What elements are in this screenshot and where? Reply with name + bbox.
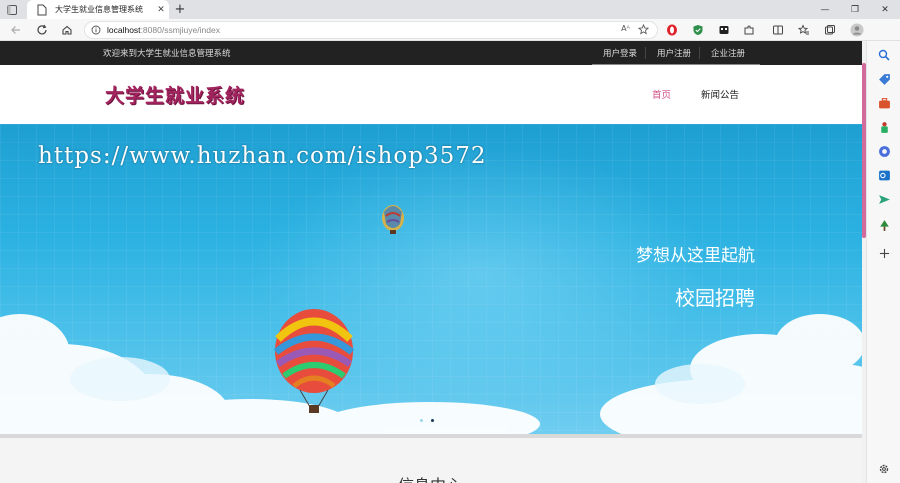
welcome-text: 欢迎来到大学生就业信息管理系统 — [103, 49, 231, 59]
add-icon[interactable] — [876, 245, 892, 261]
user-login-link[interactable]: 用户登录 — [592, 47, 647, 59]
info-center-section: 信息中心 — [0, 438, 862, 483]
new-tab-button[interactable]: + — [172, 0, 188, 19]
minimize-icon[interactable]: — — [810, 0, 840, 19]
office-icon[interactable] — [876, 143, 892, 159]
hero-banner: https://www.huzhan.com/ishop3572 梦想从这里起航… — [0, 124, 862, 434]
opera-icon[interactable] — [664, 22, 680, 38]
tree-icon[interactable] — [876, 217, 892, 233]
send-icon[interactable] — [876, 191, 892, 207]
read-aloud-icon[interactable]: Aᴬ — [621, 24, 630, 37]
favorites-icon[interactable] — [796, 22, 812, 38]
browser-tab[interactable]: 大学生就业信息管理系统 ✕ — [27, 0, 169, 19]
carousel-indicators — [420, 419, 434, 422]
browser-toolbar: localhost:8080/ssmjiuye/index Aᴬ — [0, 19, 900, 41]
section-title: 信息中心 — [398, 472, 462, 483]
extension-icon[interactable] — [716, 22, 732, 38]
carousel-dot-1[interactable] — [420, 419, 423, 422]
search-icon[interactable] — [876, 47, 892, 63]
company-register-label: 企业注册 — [711, 49, 746, 59]
nav-news[interactable]: 新闻公告 — [701, 87, 739, 101]
collections-icon[interactable] — [822, 22, 838, 38]
top-links: 用户登录 用户注册 企业注册 — [592, 41, 753, 65]
restore-icon[interactable]: ❐ — [840, 0, 870, 19]
home-icon[interactable] — [58, 21, 76, 39]
slogan-line-2: 校园招聘 — [675, 286, 755, 310]
carousel-dot-2[interactable] — [431, 419, 434, 422]
refresh-icon[interactable] — [33, 21, 51, 39]
url-text[interactable]: localhost:8080/ssmjiuye/index — [107, 25, 220, 35]
window-controls: — ❐ ✕ — [810, 0, 900, 19]
large-balloon — [273, 309, 355, 413]
site-header: 大学生就业系统 首页 新闻公告 — [0, 65, 862, 124]
star-add-icon[interactable] — [637, 23, 650, 37]
small-balloon — [382, 205, 404, 234]
shield-icon[interactable] — [690, 22, 706, 38]
tag-icon[interactable] — [876, 71, 892, 87]
watermark-url: https://www.huzhan.com/ishop3572 — [38, 143, 487, 169]
page-icon — [35, 3, 49, 17]
user-login-label: 用户登录 — [603, 49, 638, 59]
url-host: localhost — [107, 25, 141, 35]
games-icon[interactable] — [876, 119, 892, 135]
info-icon[interactable] — [85, 25, 107, 35]
site-logo[interactable]: 大学生就业系统 — [105, 81, 245, 108]
profile-icon[interactable] — [849, 22, 865, 38]
top-bar: 欢迎来到大学生就业信息管理系统 用户登录 用户注册 企业注册 — [0, 41, 862, 65]
slogan-line-1: 梦想从这里起航 — [636, 246, 755, 266]
back-icon[interactable] — [7, 21, 25, 39]
web-page: 欢迎来到大学生就业信息管理系统 用户登录 用户注册 企业注册 大学生就业系统 首… — [0, 41, 862, 483]
close-window-icon[interactable]: ✕ — [870, 0, 900, 19]
briefcase-icon[interactable] — [876, 95, 892, 111]
user-register-link[interactable]: 用户注册 — [646, 47, 701, 59]
tab-title: 大学生就业信息管理系统 — [55, 5, 143, 14]
settings-icon[interactable] — [876, 461, 892, 477]
extensions-puzzle-icon[interactable] — [741, 22, 757, 38]
edge-sidebar — [866, 41, 900, 483]
address-bar[interactable]: localhost:8080/ssmjiuye/index Aᴬ — [84, 21, 658, 39]
outlook-icon[interactable] — [876, 167, 892, 183]
url-path: :8080/ssmjiuye/index — [140, 25, 220, 35]
tab-strip: 大学生就业信息管理系统 ✕ + — ❐ ✕ — [0, 0, 900, 19]
tab-actions-icon[interactable] — [4, 2, 20, 17]
banner-illustration — [0, 205, 862, 434]
user-register-label: 用户注册 — [657, 49, 692, 59]
close-tab-icon[interactable]: ✕ — [153, 5, 169, 15]
nav-home[interactable]: 首页 — [652, 87, 671, 101]
split-screen-icon[interactable] — [770, 22, 786, 38]
company-register-link[interactable]: 企业注册 — [700, 47, 753, 59]
